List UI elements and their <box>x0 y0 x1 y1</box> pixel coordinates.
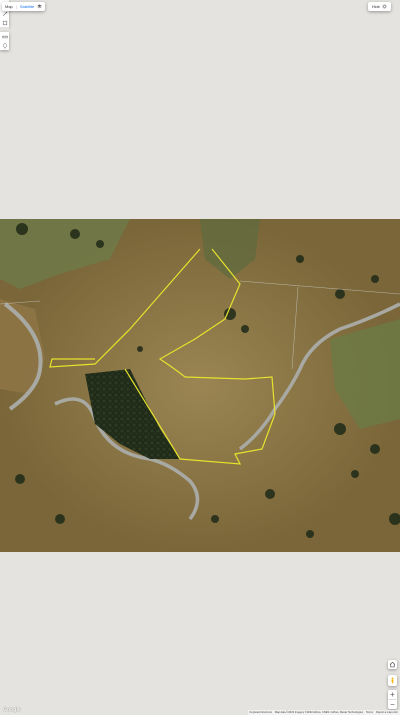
ruler-icon <box>1 35 8 38</box>
terms-link[interactable]: Terms <box>366 711 373 714</box>
zoom-out-button[interactable]: − <box>388 700 397 709</box>
map-type-satellite[interactable]: Satellite <box>20 4 34 9</box>
zoom-control: + − <box>388 690 397 709</box>
report-error-link[interactable]: Report a map error <box>376 711 398 714</box>
map-type-separator: | <box>15 4 17 9</box>
map-attribution: Keyboard shortcuts Map data ©2023 Imager… <box>247 710 400 715</box>
home-button[interactable] <box>388 660 397 669</box>
zoom-in-button[interactable]: + <box>388 690 397 699</box>
hide-label: Hide <box>371 4 380 9</box>
map-type-map[interactable]: Map <box>5 4 13 9</box>
keyboard-shortcuts-link[interactable]: Keyboard shortcuts <box>250 711 272 714</box>
layers-icon[interactable] <box>37 4 42 9</box>
collapse-icon <box>382 4 387 9</box>
home-icon <box>389 661 396 668</box>
polygon-icon <box>2 20 7 25</box>
street-view-pegman[interactable] <box>388 675 397 686</box>
draw-shape-button[interactable] <box>0 18 9 27</box>
hide-button[interactable]: Hide <box>367 2 391 11</box>
map-data-credit: Map data ©2023 Imagery ©2023 Airbus, CNE… <box>274 711 364 714</box>
measure-button[interactable] <box>0 32 9 41</box>
pegman-icon <box>391 677 394 684</box>
google-logo: Google <box>3 707 21 713</box>
satellite-imagery[interactable] <box>0 219 400 552</box>
marker-icon <box>2 42 7 49</box>
pencil-icon <box>2 11 7 16</box>
map-type-control[interactable]: Map | Satellite <box>2 2 46 11</box>
marker-button[interactable] <box>0 41 9 50</box>
